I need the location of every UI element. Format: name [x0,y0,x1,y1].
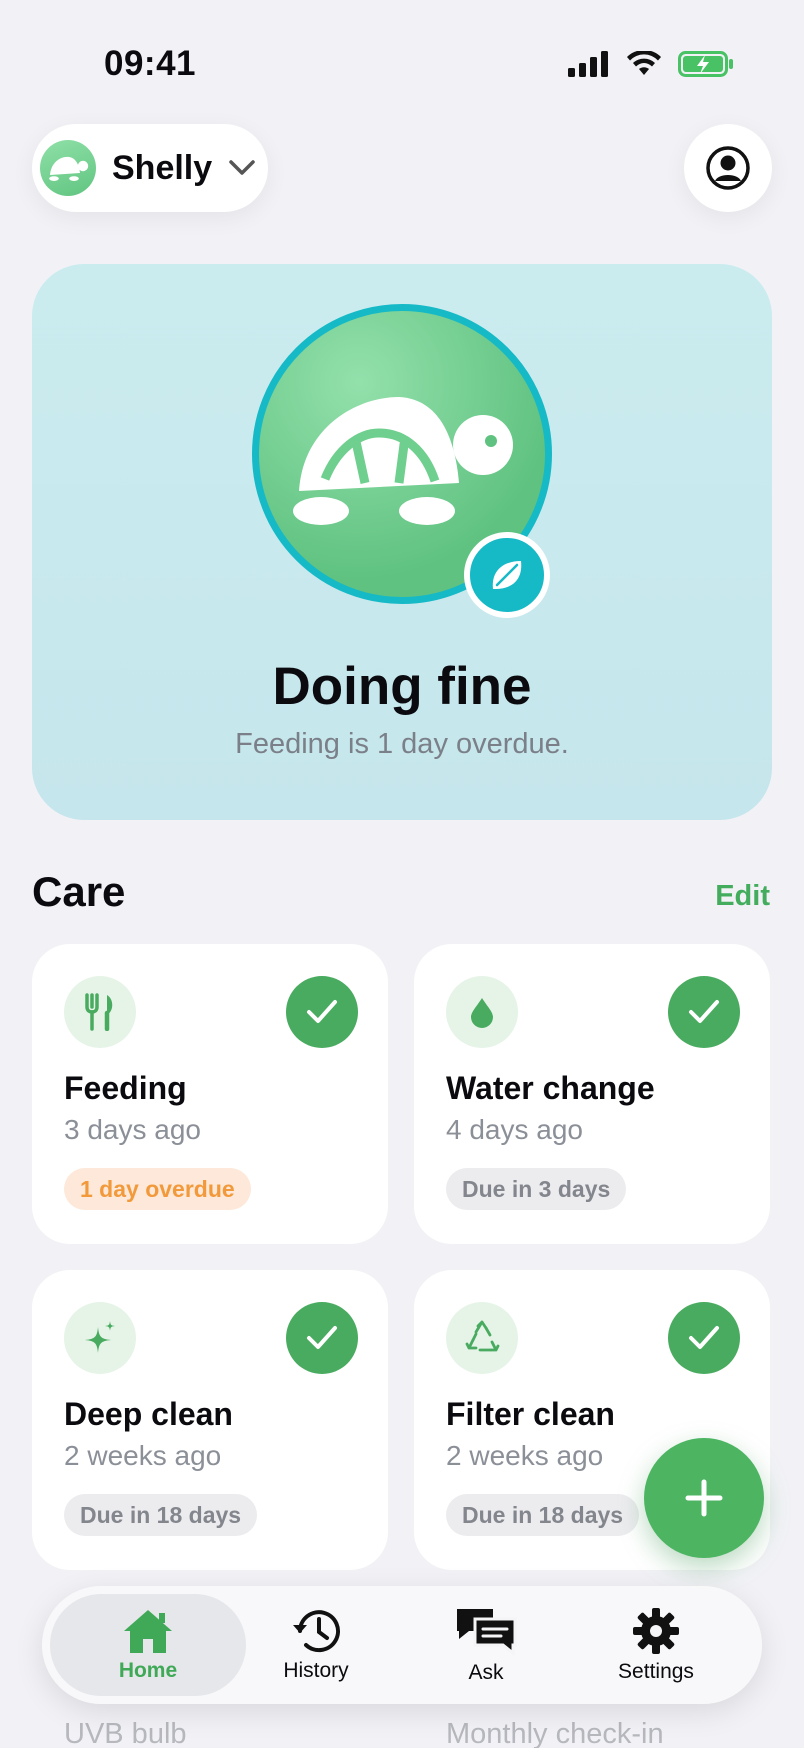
care-card-deep-clean[interactable]: Deep clean 2 weeks ago Due in 18 days [32,1270,388,1570]
pet-name: Shelly [112,148,213,187]
status-bar: 09:41 [0,0,804,130]
leaf-icon [492,561,522,589]
checkmark-icon [689,1000,719,1023]
checkmark-icon [689,1326,719,1349]
care-card-last-done: 4 days ago [446,1114,583,1145]
care-card-title: Water change [446,1070,655,1106]
checkmark-icon [307,1326,337,1349]
water-drop-icon [446,976,518,1048]
care-card-title: Filter clean [446,1396,615,1432]
edit-button[interactable]: Edit [715,880,770,913]
tab-label: History [283,1659,349,1682]
mark-done-button[interactable] [286,976,358,1048]
care-card-last-done: 2 weeks ago [446,1440,604,1471]
due-badge: Due in 18 days [446,1494,640,1536]
tab-label: Home [118,1659,178,1682]
mark-done-button[interactable] [668,976,740,1048]
mark-done-button[interactable] [668,1302,740,1374]
tab-ask[interactable]: Ask [396,1586,576,1704]
pet-selector-button[interactable]: Shelly [32,124,268,212]
fork-knife-icon [64,976,136,1048]
chevron-down-icon [229,160,255,175]
person-circle-icon [706,146,750,190]
tab-settings[interactable]: Settings [566,1586,746,1704]
care-card-water-change[interactable]: Water change 4 days ago Due in 3 days [414,944,770,1244]
recycle-icon [446,1302,518,1374]
profile-button[interactable] [684,124,772,212]
mark-done-button[interactable] [286,1302,358,1374]
clock-history-icon [293,1610,340,1653]
turtle-icon [293,397,513,525]
tab-home[interactable]: Home [58,1586,238,1704]
gear-icon [633,1608,679,1654]
add-task-button[interactable] [644,1438,764,1558]
leaf-badge [464,532,550,618]
pet-avatar [40,140,96,196]
care-card-feeding[interactable]: Feeding 3 days ago 1 day overdue [32,944,388,1244]
care-section-title: Care [32,868,126,915]
tab-bar: Home History Ask Settings [42,1586,762,1704]
wifi-icon [627,51,661,75]
house-icon [124,1610,172,1653]
care-card-last-done: 2 weeks ago [64,1440,222,1471]
tab-label: Settings [618,1660,694,1683]
status-title: Doing fine [272,657,532,716]
cellular-signal-icon [568,51,608,77]
turtle-icon [49,156,89,181]
battery-charging-icon [678,51,733,77]
tab-history[interactable]: History [226,1586,406,1704]
status-subtitle: Feeding is 1 day overdue. [235,728,569,760]
sparkles-icon [64,1302,136,1374]
care-card-title: Deep clean [64,1396,233,1432]
tab-label: Ask [468,1661,504,1684]
pet-status-card[interactable]: Doing fine Feeding is 1 day overdue. [32,264,772,820]
status-time: 09:41 [104,44,197,83]
plus-icon [685,1479,723,1517]
care-card-monthly-check-in-title[interactable]: Monthly check-in [446,1718,664,1748]
chat-bubbles-icon [457,1609,517,1657]
due-badge: Due in 3 days [446,1168,627,1210]
status-icons [568,50,734,78]
care-card-uvb-bulb-title[interactable]: UVB bulb [64,1718,187,1748]
care-card-title: Feeding [64,1070,187,1106]
overdue-badge: 1 day overdue [64,1168,251,1210]
due-badge: Due in 18 days [64,1494,258,1536]
care-card-last-done: 3 days ago [64,1114,201,1145]
checkmark-icon [307,1000,337,1023]
